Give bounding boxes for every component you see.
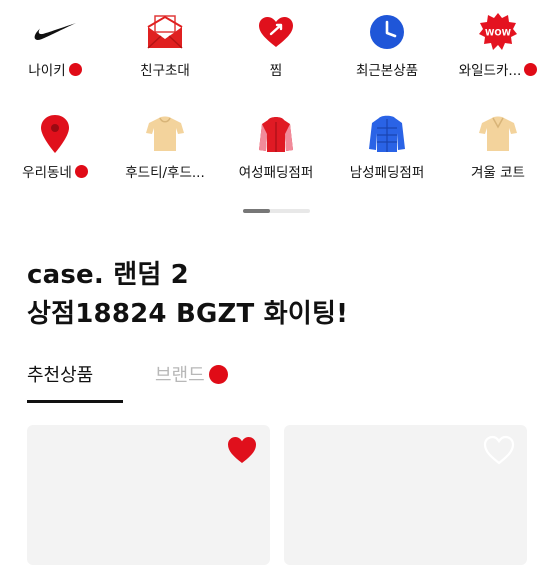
tab-label: 추천상품: [27, 365, 94, 386]
location-pin-icon: [33, 112, 77, 156]
clock-icon: [365, 10, 409, 54]
category-label: 후드티/후드...: [125, 165, 205, 181]
category-label: 친구초대: [140, 63, 190, 79]
nike-swoosh-icon: [33, 10, 77, 54]
product-card[interactable]: [284, 425, 527, 565]
title-line-1: case. 랜덤 2: [27, 260, 189, 290]
category-invite-friend[interactable]: 친구초대: [110, 6, 220, 106]
product-card[interactable]: [27, 425, 270, 565]
heart-outline-icon[interactable]: [483, 435, 515, 465]
category-recent-viewed[interactable]: 최근본상품: [332, 6, 442, 106]
new-badge-dot: [68, 62, 82, 76]
title-line-2: 상점18824 BGZT 화이팅!: [27, 299, 349, 329]
category-label: 겨울 코트: [471, 165, 525, 181]
heart-filled-icon[interactable]: [226, 435, 258, 465]
tab-bar: 추천상품 브랜드: [27, 356, 553, 404]
new-badge-dot: [524, 62, 538, 76]
wow-badge-icon: WOW: [476, 10, 520, 54]
envelope-icon: [143, 10, 187, 54]
tab-label: 브랜드: [155, 365, 205, 386]
carousel-page-indicator: [243, 209, 310, 213]
category-label: 찜: [269, 63, 283, 79]
category-label: 여성패딩점퍼: [238, 165, 314, 181]
category-row-2: 우리동네 후드티/후드... 여성패딩점퍼 남성패딩점퍼 겨울 코트: [0, 108, 553, 208]
heart-arrow-icon: [254, 10, 298, 54]
new-badge-dot: [74, 164, 88, 178]
active-tab-underline: [27, 400, 123, 403]
tab-recommended[interactable]: 추천상품: [27, 356, 123, 403]
category-winter-coat[interactable]: 겨울 코트: [443, 108, 553, 208]
category-wishlist[interactable]: 찜: [221, 6, 331, 106]
category-men-padding[interactable]: 남성패딩점퍼: [332, 108, 442, 208]
category-hoodie[interactable]: 후드티/후드...: [110, 108, 220, 208]
category-label: 남성패딩점퍼: [349, 165, 425, 181]
category-wildcard[interactable]: WOW 와일드카...: [443, 6, 553, 106]
category-label: 와일드카...: [443, 59, 553, 79]
tab-brand[interactable]: 브랜드: [155, 356, 228, 392]
category-label: 우리동네: [0, 161, 110, 181]
coat-beige-icon: [476, 112, 520, 156]
svg-text:WOW: WOW: [485, 29, 512, 39]
category-women-padding[interactable]: 여성패딩점퍼: [221, 108, 331, 208]
new-badge-dot: [208, 364, 228, 384]
padding-blue-icon: [365, 112, 409, 156]
category-neighborhood[interactable]: 우리동네: [0, 108, 110, 208]
category-label: 나이키: [0, 59, 110, 79]
padding-red-icon: [254, 112, 298, 156]
category-row-1: 나이키 친구초대 찜 최근본상품 WOW 와일드카...: [0, 6, 553, 106]
hoodie-beige-icon: [143, 112, 187, 156]
category-label: 최근본상품: [355, 63, 419, 79]
page-indicator-fill: [243, 209, 270, 213]
page-title: case. 랜덤 2 상점18824 BGZT 화이팅!: [27, 256, 348, 334]
category-nike[interactable]: 나이키: [0, 6, 110, 106]
